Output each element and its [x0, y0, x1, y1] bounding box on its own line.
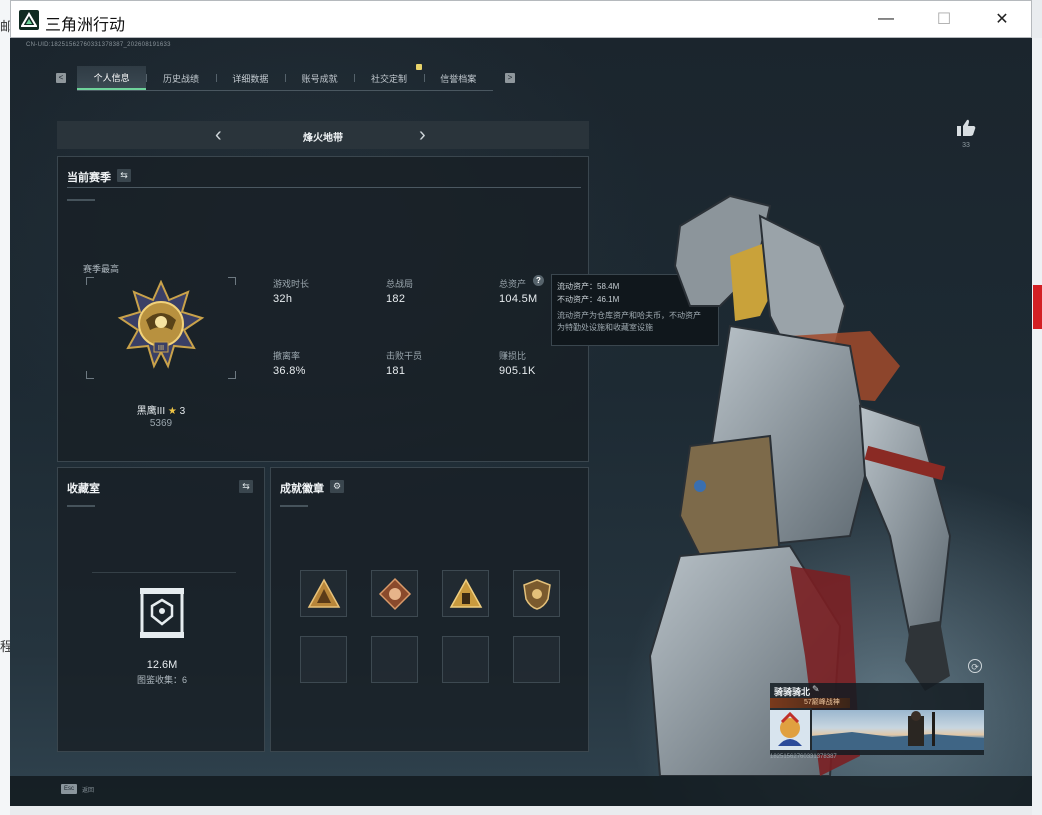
tab-achievements[interactable]: 账号成就 [284, 66, 354, 90]
rank-name-text: 黑鹰III [136, 406, 166, 417]
banner-image-icon [812, 711, 984, 750]
rank-points: 5369 [149, 418, 173, 429]
question-icon[interactable]: ? [533, 275, 544, 286]
star-icon: ★ [167, 406, 177, 417]
rank-strip: 57巅峰战神 [770, 698, 850, 708]
divider [280, 505, 308, 507]
bg-glyph: 程 [0, 639, 10, 654]
badge-dragon-icon [378, 577, 412, 611]
stat-label-matches: 总战局 [386, 279, 414, 289]
stat-value-profit-ratio: 905.1K [499, 365, 536, 377]
tab-bar: 个人信息 历史战绩 详细数据 账号成就 社交定制 信誉档案 [77, 66, 493, 91]
badge-slot-empty[interactable] [442, 636, 489, 683]
swap-icon[interactable]: ⇆ [239, 480, 253, 493]
divider [67, 187, 581, 188]
badge-panel: 成就徽章 ⚙ [270, 467, 589, 752]
collection-title: 收藏室 [67, 483, 100, 495]
stat-value-extraction-rate: 36.8% [273, 365, 306, 377]
edit-icon[interactable]: ✎ [812, 684, 820, 695]
divider [67, 505, 95, 507]
avatar [770, 710, 810, 750]
window-title: 三角洲行动 [45, 17, 126, 34]
player-card[interactable]: 骑骑骑北 ✎ 57巅峰战神 [770, 683, 984, 755]
game-viewport: CN-UID:18251562760331378387_202608191633… [10, 38, 1032, 806]
avatar-image-icon [770, 710, 810, 750]
tab-prev-button[interactable]: < [56, 73, 66, 83]
refresh-icon[interactable]: ⟳ [968, 659, 982, 673]
tab-social[interactable]: 社交定制 [354, 66, 423, 90]
collection-count: 图鉴收集：6 [136, 675, 187, 685]
stat-label-profit-ratio: 赚损比 [499, 351, 527, 361]
close-button[interactable]: ✕ [979, 1, 1025, 37]
rank-name: 黑鹰III ★ 3 [78, 402, 244, 417]
esc-key[interactable]: Esc [61, 784, 77, 794]
svg-text:III: III [158, 344, 164, 352]
player-uid: 1825156276033137838​7 [770, 754, 837, 760]
background-window-left: 邮 程 [0, 0, 10, 815]
collection-panel[interactable]: 收藏室 ⇆ 12.6M 图鉴收集：6 [57, 467, 265, 752]
stat-value-total-assets: 104.5M [499, 293, 538, 305]
uid-text: CN-UID:18251562760331378387_202608191633 [26, 42, 171, 48]
season-title: 当前赛季 [67, 172, 111, 184]
mode-next-button[interactable]: › [419, 125, 426, 145]
badge-slot-empty[interactable] [513, 636, 560, 683]
tab-history[interactable]: 历史战绩 [146, 66, 215, 90]
like-count: 33 [962, 142, 970, 149]
stat-value-matches: 182 [386, 293, 406, 305]
season-panel: 当前赛季 ⇆ 赛季最高 III 黑鹰III ★ 3 5369 游戏时长 32h … [57, 156, 589, 462]
esc-label: 返回 [82, 788, 95, 794]
background-window-right [1032, 38, 1042, 815]
player-banner [812, 710, 984, 750]
gear-icon[interactable]: ⚙ [330, 480, 344, 493]
tab-detail-data[interactable]: 详细数据 [215, 66, 285, 90]
season-best-label: 赛季最高 [83, 264, 120, 274]
tab-next-button[interactable]: > [505, 73, 515, 83]
vault-icon [140, 588, 184, 638]
stat-label-kills: 击败干员 [386, 351, 423, 361]
stat-label-extraction-rate: 撤离率 [273, 351, 301, 361]
notification-badge [416, 64, 422, 70]
window-titlebar: 三角洲行动 — ☐ ✕ [10, 0, 1032, 38]
tab-personal-info[interactable]: 个人信息 [77, 66, 147, 90]
stat-label-total-assets: 总资产 [499, 279, 527, 289]
mode-label: 烽火地带 [303, 133, 343, 144]
badge-slot-empty[interactable] [300, 636, 347, 683]
rank-medal-icon: III [117, 280, 205, 369]
badge-slot[interactable] [513, 570, 560, 617]
divider [67, 199, 95, 201]
stat-label-playtime: 游戏时长 [273, 279, 310, 289]
rank-star-count: 3 [179, 406, 186, 417]
thumbs-up-icon[interactable] [955, 118, 977, 138]
stat-value-playtime: 32h [273, 293, 293, 305]
badge-slot[interactable] [300, 570, 347, 617]
app-logo-icon [19, 10, 39, 30]
bg-glyph: 邮 [0, 19, 10, 34]
rank-strip-text: 57巅峰战神 [804, 699, 840, 706]
badge-slot[interactable] [442, 570, 489, 617]
badge-tower-icon [449, 578, 483, 608]
tab-credit[interactable]: 信誉档案 [423, 66, 493, 90]
background-red-tab [1033, 285, 1042, 329]
minimize-button[interactable]: — [863, 1, 909, 37]
badge-slot-empty[interactable] [371, 636, 418, 683]
mode-selector: ‹ 烽火地带 › [57, 121, 589, 149]
maximize-button[interactable]: ☐ [921, 1, 967, 37]
badge-shield-icon [523, 579, 551, 610]
player-name: 骑骑骑北 [774, 687, 811, 697]
badge-mountain-icon [307, 578, 341, 608]
badge-slot[interactable] [371, 570, 418, 617]
collection-value: 12.6M [146, 659, 178, 671]
footer-bar: Esc 返回 [10, 776, 1032, 806]
badges-title: 成就徽章 [280, 483, 324, 495]
swap-icon[interactable]: ⇆ [117, 169, 131, 182]
stat-value-kills: 181 [386, 365, 406, 377]
